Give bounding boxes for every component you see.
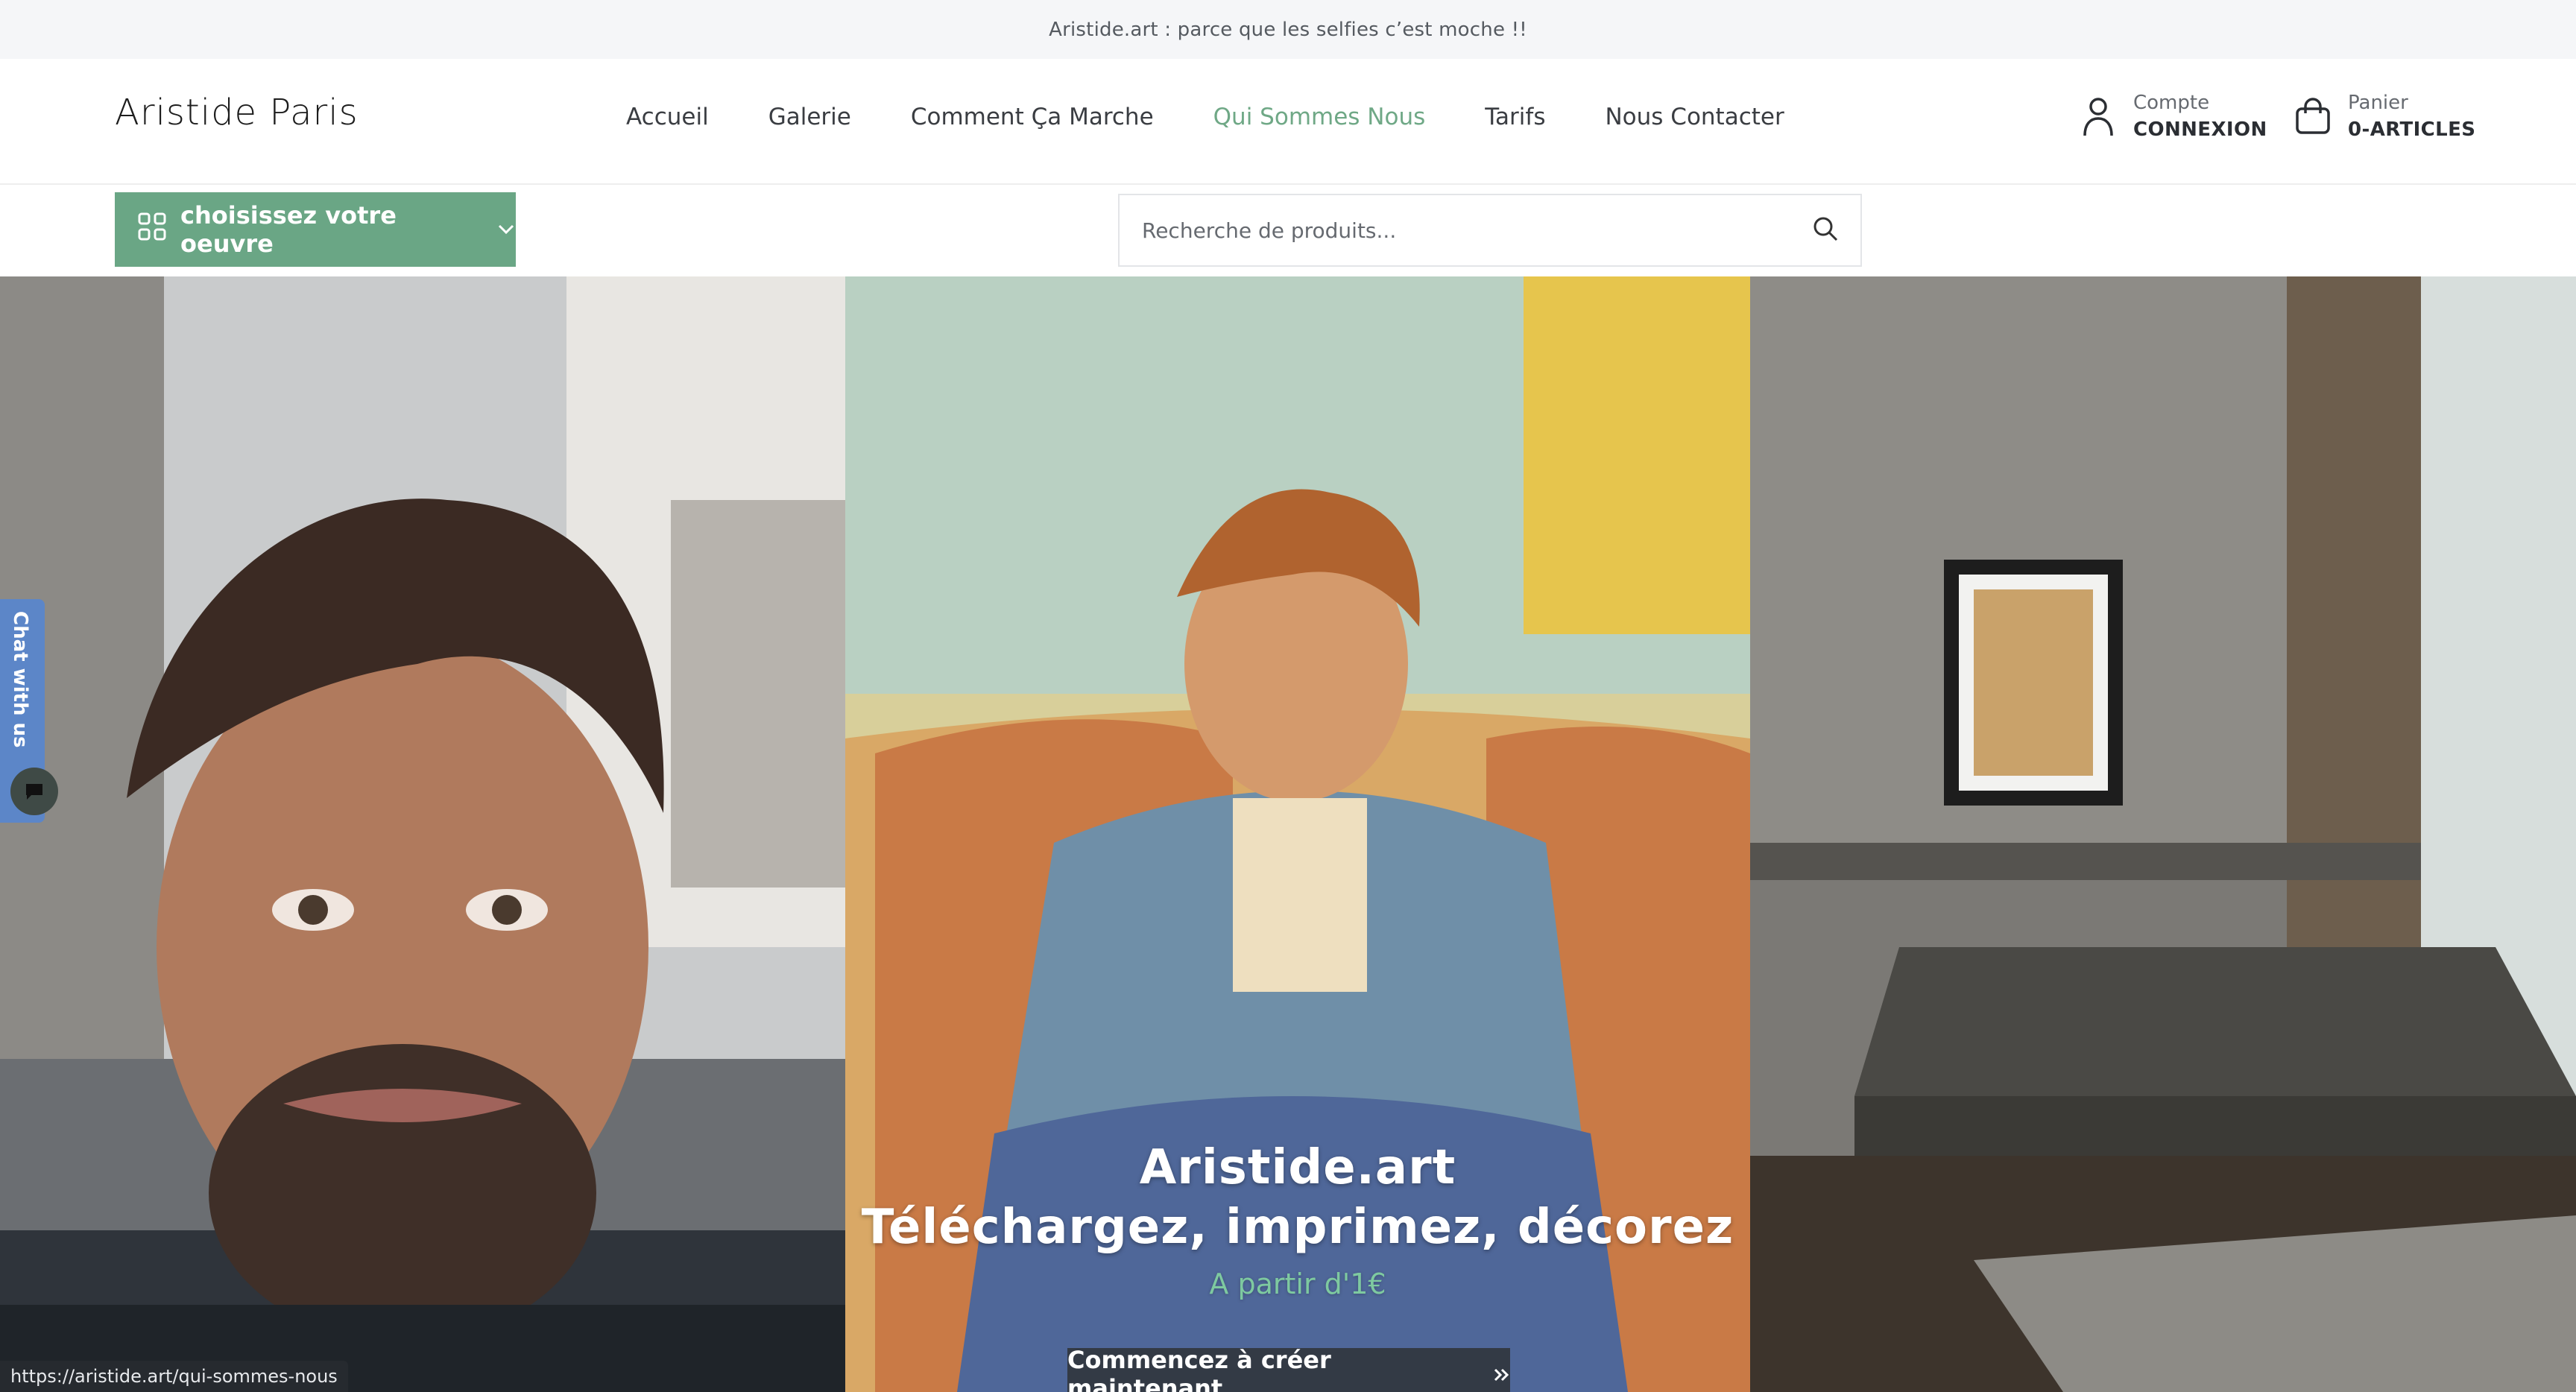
hero-cta-button[interactable]: Commencez à créer maintenant [1067, 1346, 1510, 1392]
nav-tarifs[interactable]: Tarifs [1485, 104, 1545, 130]
category-label: choisissez votre oeuvre [180, 201, 397, 258]
chat-label: Chat with us [9, 611, 31, 748]
category-dropdown[interactable]: choisissez votre oeuvre [115, 192, 516, 267]
hero-copy: Aristide.art Téléchargez, imprimez, déco… [845, 1138, 1750, 1300]
nav-galerie[interactable]: Galerie [768, 104, 851, 130]
chevron-down-icon [496, 224, 516, 235]
double-chevron-right-icon [1494, 1360, 1510, 1388]
hero-cta-label: Commencez à créer maintenant [1067, 1346, 1331, 1392]
toolbar-row: choisissez votre oeuvre [0, 185, 2576, 276]
main-nav: Accueil Galerie Comment Ça Marche Qui So… [626, 104, 1784, 130]
hero-title-line1: Aristide.art [1139, 1140, 1456, 1195]
site-logo[interactable]: Aristide Paris [115, 92, 359, 133]
shopping-bag-icon [2294, 94, 2332, 139]
status-bar-url: https://aristide.art/qui-sommes-nous [0, 1361, 348, 1392]
nav-comment-ca-marche[interactable]: Comment Ça Marche [911, 104, 1154, 130]
site-header: Aristide Paris Accueil Galerie Comment Ç… [0, 59, 2576, 185]
nav-accueil[interactable]: Accueil [626, 104, 709, 130]
user-icon [2080, 94, 2117, 139]
search-icon[interactable] [1811, 215, 1840, 246]
chat-bubble-icon[interactable] [10, 768, 58, 815]
hero-title-line2: Téléchargez, imprimez, décorez [861, 1200, 1734, 1255]
cart-count: 0 [2348, 118, 2362, 141]
cart-link[interactable]: Panier 0-ARTICLES [2294, 92, 2475, 141]
nav-nous-contacter[interactable]: Nous Contacter [1605, 104, 1784, 130]
cart-value: 0-ARTICLES [2348, 118, 2475, 141]
hero-image-selfie [0, 276, 845, 1392]
announcement-bar: Aristide.art : parce que les selfies c’e… [0, 0, 2576, 59]
grid-icon [137, 212, 167, 247]
cart-label: Panier [2348, 92, 2408, 114]
hero-image-bedroom [1750, 276, 2576, 1392]
announcement-text: Aristide.art : parce que les selfies c’e… [1049, 18, 1527, 41]
search-box [1118, 194, 1862, 267]
account-label: Compte [2133, 92, 2210, 114]
search-input[interactable] [1142, 218, 1798, 243]
hero-subtitle: A partir d'1€ [1209, 1268, 1386, 1300]
account-link[interactable]: Compte CONNEXION [2080, 92, 2267, 141]
nav-qui-sommes-nous[interactable]: Qui Sommes Nous [1213, 104, 1426, 130]
account-value: CONNEXION [2133, 118, 2267, 141]
cart-count-unit: -ARTICLES [2361, 118, 2476, 141]
